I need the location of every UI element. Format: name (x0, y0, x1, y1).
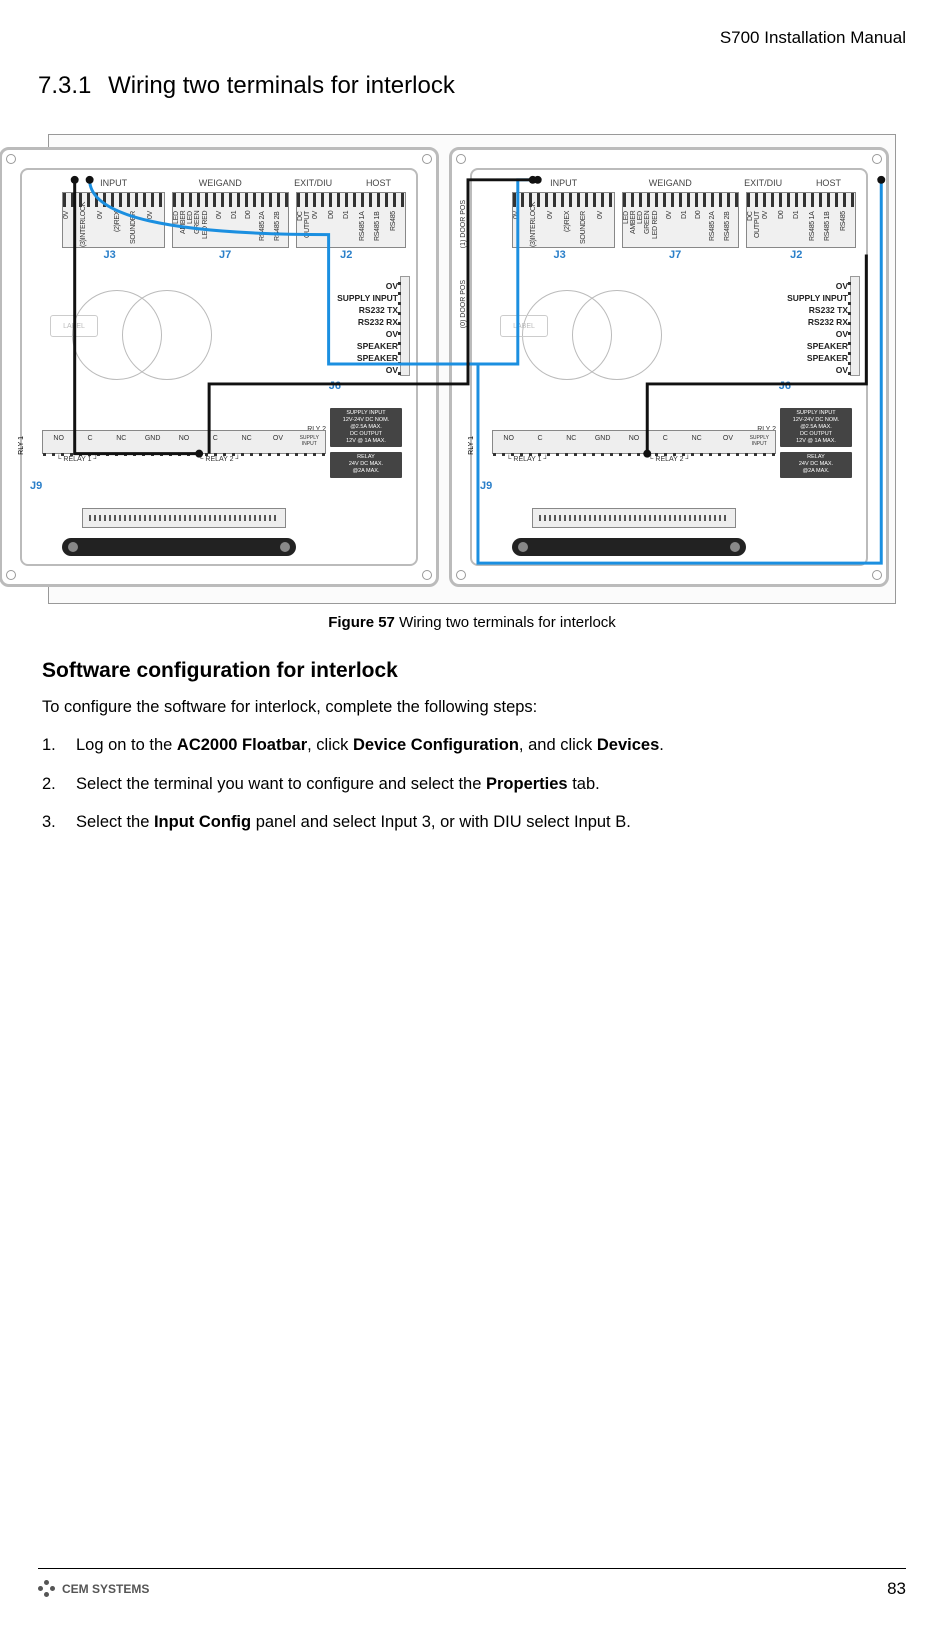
label-placeholder: LABEL (50, 315, 98, 337)
brand-text: CEM SYSTEMS (62, 1582, 149, 1596)
steps-list: 1. Log on to the AC2000 Floatbar, click … (42, 734, 906, 833)
supply-info-box: SUPPLY INPUT12V-24V DC NOM.@2.5A MAX.DC … (330, 408, 402, 447)
j3-label: J3 (103, 249, 115, 261)
step-3: 3. Select the Input Config panel and sel… (42, 811, 906, 833)
rly1-text: RLY 1 (18, 436, 25, 455)
page-number: 83 (887, 1579, 906, 1599)
section-heading: 7.3.1 Wiring two terminals for interlock (38, 72, 906, 100)
step-2: 2. Select the terminal you want to confi… (42, 773, 906, 795)
wiring-diagram: INPUT WEIGAND EXIT/DIU HOST 0V(3)INTERLO… (48, 134, 896, 604)
terminal-board-right: (1) DOOR POS (0) DOOR POS INPUT WEIGAND … (449, 147, 889, 587)
subsection-heading: Software configuration for interlock (42, 659, 906, 683)
terminal-board-left: INPUT WEIGAND EXIT/DIU HOST 0V(3)INTERLO… (0, 147, 439, 587)
page-footer: CEM SYSTEMS 83 (38, 1568, 906, 1599)
j7-label: J7 (219, 249, 231, 261)
intro-paragraph: To configure the software for interlock,… (42, 697, 906, 718)
label-input: INPUT (62, 178, 165, 192)
label-host: HOST (351, 178, 406, 192)
brand-logo: CEM SYSTEMS (38, 1580, 149, 1598)
door-pos-1: (1) DOOR POS (460, 200, 467, 248)
section-number: 7.3.1 (38, 72, 91, 99)
relay-info-box: RELAY24V DC MAX.@2A MAX. (330, 452, 402, 478)
label-weigand: WEIGAND (165, 178, 275, 192)
logo-icon (38, 1580, 56, 1598)
step-1: 1. Log on to the AC2000 Floatbar, click … (42, 734, 906, 756)
door-pos-0: (0) DOOR POS (460, 280, 467, 328)
j2-label: J2 (340, 249, 352, 261)
j6-label: J6 (329, 380, 341, 392)
j9-label: J9 (30, 480, 42, 492)
figure-caption: Figure 57 Wiring two terminals for inter… (38, 614, 906, 631)
doc-header-title: S700 Installation Manual (720, 28, 906, 48)
j6-pin-labels: OVSUPPLY INPUTRS232 TXRS232 RX OVSPEAKER… (337, 280, 398, 376)
section-title: Wiring two terminals for interlock (108, 72, 455, 99)
label-exitdiu: EXIT/DIU (275, 178, 351, 192)
